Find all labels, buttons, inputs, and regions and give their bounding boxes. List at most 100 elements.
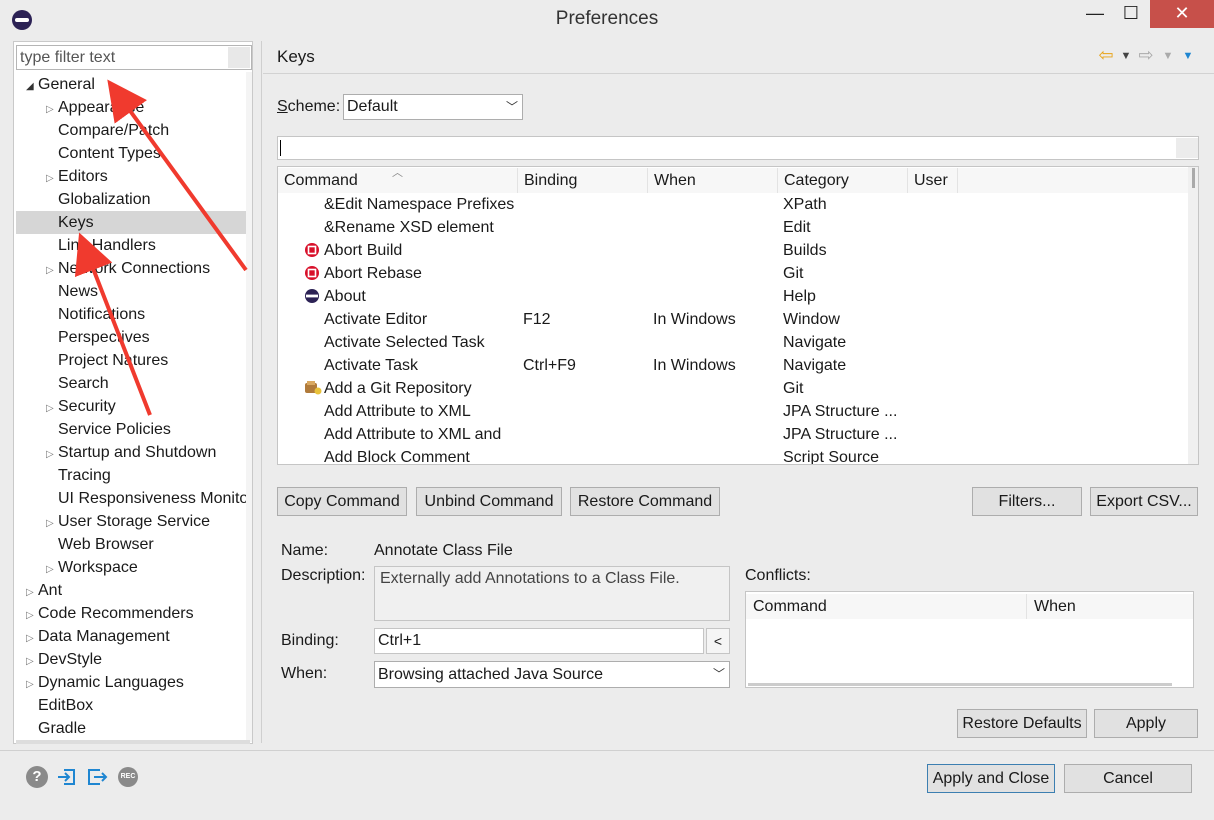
tree-item-workspace[interactable]: ▷ Workspace [16,556,246,579]
conflicts-column-when[interactable]: When [1027,594,1193,619]
tree-item-startup-and-shutdown[interactable]: ▷ Startup and Shutdown [16,441,246,464]
import-icon[interactable] [56,766,78,788]
conflicts-scrollbar[interactable] [748,683,1172,686]
back-arrow-icon[interactable]: ⇦ [1096,45,1116,66]
table-scrollbar[interactable] [1188,167,1198,464]
search-clear-button[interactable] [1176,138,1198,158]
tree-item-notifications[interactable]: Notifications [16,303,246,326]
tree-item-ant[interactable]: ▷ Ant [16,579,246,602]
column-header-category[interactable]: Category [778,168,908,193]
tree-item-project-natures[interactable]: Project Natures [16,349,246,372]
back-menu-chevron-icon[interactable]: ▼ [1116,50,1136,62]
tree-item-gradle[interactable]: Gradle [16,717,246,739]
tree-item-ui-responsiveness-monitoring[interactable]: UI Responsiveness Monitoring [16,487,246,510]
description-field[interactable]: Externally add Annotations to a Class Fi… [374,566,730,621]
filters-button[interactable]: Filters... [972,487,1082,516]
close-button[interactable]: ✕ [1150,0,1214,28]
tree-item-user-storage-service[interactable]: ▷ User Storage Service [16,510,246,533]
column-header-binding[interactable]: Binding [518,168,648,193]
tree-item-security[interactable]: ▷ Security [16,395,246,418]
cell-category: JPA Structure ... [783,403,898,420]
tree-scrollbar[interactable] [246,72,252,742]
expanded-triangle-icon[interactable]: ◢ [26,75,38,98]
forward-menu-chevron-icon[interactable]: ▼ [1158,50,1178,62]
collapsed-triangle-icon[interactable]: ▷ [46,558,58,581]
tree-item-editors[interactable]: ▷ Editors [16,165,246,188]
collapsed-triangle-icon[interactable]: ▷ [26,581,38,604]
table-row[interactable]: Abort Build Builds [278,239,1188,262]
table-row[interactable]: Activate Editor F12 In Windows Window [278,308,1188,331]
tree-item-keys[interactable]: Keys [16,211,246,234]
tree-item-code-recommenders[interactable]: ▷ Code Recommenders [16,602,246,625]
table-row[interactable]: &Rename XSD element Edit [278,216,1188,239]
scheme-select[interactable]: Default ﹀ [343,94,523,120]
pane-divider[interactable] [261,41,262,743]
collapsed-triangle-icon[interactable]: ▷ [26,627,38,650]
binding-input[interactable]: Ctrl+1 [374,628,704,654]
tree-item-search[interactable]: Search [16,372,246,395]
table-scrollbar-thumb[interactable] [1192,168,1195,188]
tree-horizontal-scrollbar[interactable] [16,740,250,744]
table-row[interactable]: Add a Git Repository Git [278,377,1188,400]
cell-command: Add Block Comment [324,449,470,464]
keys-search-input[interactable] [277,136,1199,160]
table-row[interactable]: Add Attribute to XML and JPA Structure ..… [278,423,1188,446]
tree-item-content-types[interactable]: Content Types [16,142,246,165]
help-icon[interactable]: ? [26,766,48,788]
tree-item-network-connections[interactable]: ▷ Network Connections [16,257,246,280]
apply-and-close-button[interactable]: Apply and Close [927,764,1055,793]
tree-item-link-handlers[interactable]: Link Handlers [16,234,246,257]
table-row[interactable]: Abort Rebase Git [278,262,1188,285]
table-row[interactable]: Add Attribute to XML JPA Structure ... [278,400,1188,423]
unbind-command-button[interactable]: Unbind Command [416,487,562,516]
collapsed-triangle-icon[interactable]: ▷ [46,98,58,121]
column-header-user[interactable]: User [908,168,958,193]
collapsed-triangle-icon[interactable]: ▷ [46,259,58,282]
export-csv-button[interactable]: Export CSV... [1090,487,1198,516]
filter-clear-button[interactable] [228,47,250,68]
column-header-when[interactable]: When [648,168,778,193]
tree-item-devstyle[interactable]: ▷ DevStyle [16,648,246,671]
tree-item-web-browser[interactable]: Web Browser [16,533,246,556]
apply-button[interactable]: Apply [1094,709,1198,738]
table-row[interactable]: Activate Selected Task Navigate [278,331,1188,354]
conflicts-column-command[interactable]: Command [746,594,1027,619]
cell-command: Activate Selected Task [324,334,485,351]
collapsed-triangle-icon[interactable]: ▷ [46,443,58,466]
table-row[interactable]: Activate Task Ctrl+F9 In Windows Navigate [278,354,1188,377]
tree-item-globalization[interactable]: Globalization [16,188,246,211]
tree-item-general[interactable]: ◢ General [16,73,246,96]
filter-input[interactable] [16,45,252,70]
cell-binding [523,423,648,446]
copy-command-button[interactable]: Copy Command [277,487,407,516]
view-menu-icon[interactable]: ▼ [1178,50,1198,62]
restore-command-button[interactable]: Restore Command [570,487,720,516]
table-row[interactable]: Add Block Comment Script Source [278,446,1188,464]
minimize-button[interactable]: — [1078,0,1112,28]
tree-item-news[interactable]: News [16,280,246,303]
tree-item-service-policies[interactable]: Service Policies [16,418,246,441]
tree-item-data-management[interactable]: ▷ Data Management [16,625,246,648]
tree-item-editbox[interactable]: EditBox [16,694,246,717]
forward-arrow-icon[interactable]: ⇨ [1136,45,1156,66]
tree-item-appearance[interactable]: ▷ Appearance [16,96,246,119]
binding-modifier-button[interactable]: < [706,628,730,654]
tree-item-perspectives[interactable]: Perspectives [16,326,246,349]
tree-item-dynamic-languages[interactable]: ▷ Dynamic Languages [16,671,246,694]
tree-item-compare-patch[interactable]: Compare/Patch [16,119,246,142]
restore-defaults-button[interactable]: Restore Defaults [957,709,1087,738]
export-icon[interactable] [86,766,108,788]
table-row[interactable]: &Edit Namespace Prefixes XPath [278,193,1188,216]
collapsed-triangle-icon[interactable]: ▷ [46,167,58,190]
maximize-button[interactable]: ☐ [1114,0,1148,28]
collapsed-triangle-icon[interactable]: ▷ [46,397,58,420]
tree-item-tracing[interactable]: Tracing [16,464,246,487]
collapsed-triangle-icon[interactable]: ▷ [26,604,38,627]
record-icon[interactable]: REC [118,767,138,787]
cancel-button[interactable]: Cancel [1064,764,1192,793]
collapsed-triangle-icon[interactable]: ▷ [26,650,38,673]
table-row[interactable]: About Help [278,285,1188,308]
collapsed-triangle-icon[interactable]: ▷ [26,673,38,696]
collapsed-triangle-icon[interactable]: ▷ [46,512,58,535]
when-select[interactable]: Browsing attached Java Source ﹀ [374,661,730,688]
